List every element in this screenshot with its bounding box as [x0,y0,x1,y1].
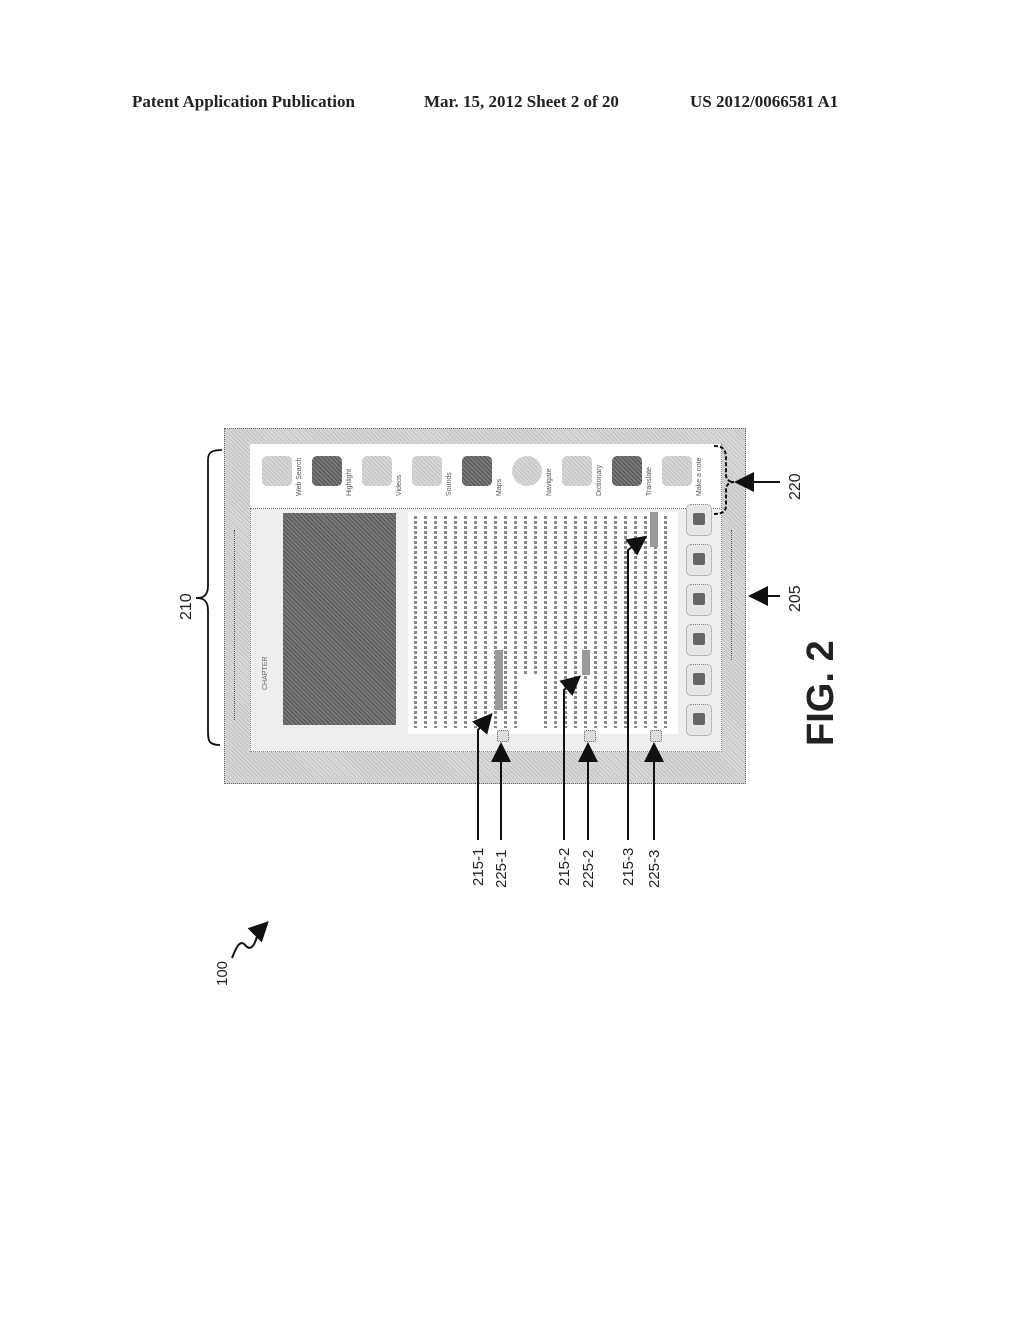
leader-lines [195,445,780,959]
figure-caption: FIG. 2 [800,640,842,746]
label-100: 100 [214,960,231,986]
arrow-215-1 [471,712,493,840]
label-215-3: 215-3 [620,847,637,886]
arrow-215-3 [625,535,648,840]
label-215-1: 215-1 [470,847,487,886]
arrow-215-2 [559,675,582,840]
label-220: 220 [787,473,804,500]
brace-220 [713,445,735,515]
label-210: 210 [178,593,195,620]
arrow-100 [231,921,269,959]
label-225-3: 225-3 [646,849,663,888]
label-225-2: 225-2 [580,849,597,888]
label-215-2: 215-2 [556,847,573,886]
brace-210 [195,449,223,746]
label-205: 205 [787,585,804,612]
label-225-1: 225-1 [493,849,510,888]
